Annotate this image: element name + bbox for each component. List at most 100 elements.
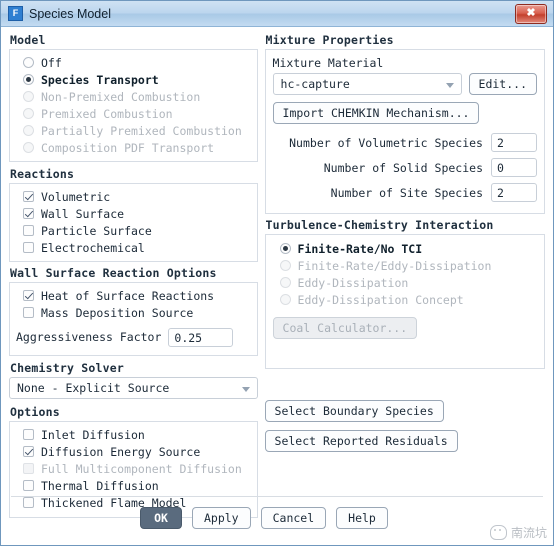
mixture-material-label: Mixture Material bbox=[272, 56, 384, 70]
checkbox-icon[interactable] bbox=[23, 208, 34, 219]
checkbox-icon[interactable] bbox=[23, 480, 34, 491]
volumetric-species-input[interactable]: 2 bbox=[491, 133, 537, 152]
volumetric-species-row: Number of Volumetric Species 2 bbox=[273, 130, 537, 155]
options-option-label: Inlet Diffusion bbox=[41, 427, 145, 442]
wall-surface-options-group: Heat of Surface Reactions Mass Depositio… bbox=[9, 282, 258, 356]
watermark-text: 南流坑 bbox=[510, 526, 547, 540]
right-column: Mixture Properties Mixture Material hc-c… bbox=[264, 33, 545, 518]
chevron-down-icon[interactable] bbox=[445, 83, 454, 88]
select-reported-residuals-button[interactable]: Select Reported Residuals bbox=[264, 430, 458, 452]
footer-buttons: OK Apply Cancel Help bbox=[1, 497, 553, 529]
reactions-option-volumetric[interactable]: Volumetric bbox=[16, 188, 251, 205]
model-option-label: Species Transport bbox=[41, 72, 159, 87]
wall-option-label: Heat of Surface Reactions bbox=[41, 288, 215, 303]
model-option-off[interactable]: Off bbox=[16, 54, 251, 71]
model-option-non-premixed-combustion: Non-Premixed Combustion bbox=[16, 88, 251, 105]
aggressiveness-factor-input[interactable]: 0.25 bbox=[168, 327, 234, 347]
solid-species-label: Number of Solid Species bbox=[323, 160, 483, 175]
radio-icon bbox=[279, 294, 291, 305]
mixture-material-select[interactable]: hc-capture bbox=[272, 73, 462, 95]
radio-icon[interactable] bbox=[23, 74, 34, 85]
checkbox-icon[interactable] bbox=[23, 446, 34, 457]
chemistry-solver-title: Chemistry Solver bbox=[10, 361, 124, 375]
model-option-partially-premixed-combustion: Partially Premixed Combustion bbox=[16, 122, 251, 139]
model-option-label: Partially Premixed Combustion bbox=[41, 123, 242, 138]
checkbox-icon[interactable] bbox=[23, 290, 34, 301]
checkbox-icon[interactable] bbox=[23, 191, 34, 202]
solid-species-row: Number of Solid Species 0 bbox=[273, 155, 537, 180]
tci-option-finite-rate-no-tci[interactable]: Finite-Rate/No TCI bbox=[273, 240, 537, 257]
left-column: Model Off Species Transport Non-Premixed… bbox=[9, 33, 258, 518]
close-icon[interactable]: ✖ bbox=[515, 3, 547, 24]
options-option-label: Thermal Diffusion bbox=[41, 478, 159, 493]
tci-option-finite-rate-eddy-dissipation: Finite-Rate/Eddy-Dissipation bbox=[273, 257, 537, 274]
options-option-label: Full Multicomponent Diffusion bbox=[41, 461, 242, 476]
select-boundary-species-button[interactable]: Select Boundary Species bbox=[264, 400, 444, 422]
model-group-title: Model bbox=[10, 33, 46, 47]
options-option-diffusion-energy-source[interactable]: Diffusion Energy Source bbox=[16, 443, 251, 460]
site-species-row: Number of Site Species 2 bbox=[273, 180, 537, 205]
options-option-inlet-diffusion[interactable]: Inlet Diffusion bbox=[16, 426, 251, 443]
chevron-down-icon[interactable] bbox=[241, 387, 250, 392]
options-group-title: Options bbox=[10, 405, 60, 419]
columns: Model Off Species Transport Non-Premixed… bbox=[1, 27, 553, 518]
checkbox-icon[interactable] bbox=[23, 242, 34, 253]
tci-group: Finite-Rate/No TCI Finite-Rate/Eddy-Diss… bbox=[264, 234, 545, 369]
aggressiveness-factor-label: Aggressiveness Factor bbox=[16, 330, 162, 344]
select-boundary-species-row: Select Boundary Species bbox=[264, 400, 545, 422]
solid-species-input[interactable]: 0 bbox=[491, 158, 537, 177]
checkbox-icon[interactable] bbox=[23, 429, 34, 440]
import-chemkin-row: Import CHEMKIN Mechanism... bbox=[272, 102, 537, 124]
reactions-option-wall-surface[interactable]: Wall Surface bbox=[16, 205, 251, 222]
checkbox-icon[interactable] bbox=[23, 225, 34, 236]
radio-icon[interactable] bbox=[279, 243, 291, 254]
help-button[interactable]: Help bbox=[336, 507, 388, 529]
site-species-label: Number of Site Species bbox=[330, 185, 483, 200]
mixture-properties-title: Mixture Properties bbox=[265, 33, 394, 47]
apply-button[interactable]: Apply bbox=[191, 507, 251, 529]
options-option-label: Diffusion Energy Source bbox=[41, 444, 201, 459]
checkbox-icon[interactable] bbox=[23, 307, 34, 318]
model-option-composition-pdf-transport: Composition PDF Transport bbox=[16, 139, 251, 156]
model-option-species-transport[interactable]: Species Transport bbox=[16, 71, 251, 88]
ok-button[interactable]: OK bbox=[140, 507, 182, 529]
reactions-option-label: Wall Surface bbox=[41, 206, 125, 221]
coal-calculator-row: Coal Calculator... bbox=[272, 317, 537, 339]
reactions-group: Volumetric Wall Surface Particle Surface… bbox=[9, 183, 258, 262]
model-option-label: Premixed Combustion bbox=[41, 106, 173, 121]
mixture-material-row: hc-capture Edit... bbox=[272, 73, 537, 95]
tci-option-label: Eddy-Dissipation Concept bbox=[297, 292, 464, 307]
options-option-full-multicomponent-diffusion: Full Multicomponent Diffusion bbox=[16, 460, 251, 477]
model-option-premixed-combustion: Premixed Combustion bbox=[16, 105, 251, 122]
reactions-option-electrochemical[interactable]: Electrochemical bbox=[16, 239, 251, 256]
wall-option-mass-deposition-source[interactable]: Mass Deposition Source bbox=[16, 304, 251, 321]
radio-icon bbox=[23, 142, 34, 153]
select-reported-residuals-row: Select Reported Residuals bbox=[264, 430, 545, 452]
title-bar: F Species Model ✖ bbox=[1, 1, 553, 27]
chemistry-solver-value: None - Explicit Source bbox=[17, 381, 170, 395]
tci-option-label: Finite-Rate/No TCI bbox=[297, 241, 423, 256]
wall-surface-options-title: Wall Surface Reaction Options bbox=[10, 266, 217, 280]
options-option-thermal-diffusion[interactable]: Thermal Diffusion bbox=[16, 477, 251, 494]
checkbox-icon bbox=[23, 463, 34, 474]
radio-icon[interactable] bbox=[23, 57, 34, 68]
wechat-icon bbox=[489, 525, 507, 540]
species-model-dialog: F Species Model ✖ Model Off Species Tran… bbox=[0, 0, 554, 546]
mixture-properties-group: Mixture Material hc-capture Edit... Impo… bbox=[264, 49, 545, 214]
tci-option-eddy-dissipation: Eddy-Dissipation bbox=[273, 274, 537, 291]
fluent-icon: F bbox=[8, 6, 23, 21]
wall-option-heat-of-surface-reactions[interactable]: Heat of Surface Reactions bbox=[16, 287, 251, 304]
wall-option-label: Mass Deposition Source bbox=[41, 305, 194, 320]
model-option-label: Off bbox=[41, 55, 62, 70]
chemistry-solver-select[interactable]: None - Explicit Source bbox=[9, 377, 258, 399]
reactions-option-label: Volumetric bbox=[41, 189, 111, 204]
site-species-input[interactable]: 2 bbox=[491, 183, 537, 202]
reactions-group-title: Reactions bbox=[10, 167, 75, 181]
tci-option-eddy-dissipation-concept: Eddy-Dissipation Concept bbox=[273, 291, 537, 308]
import-chemkin-mechanism-button[interactable]: Import CHEMKIN Mechanism... bbox=[272, 102, 480, 124]
tci-option-label: Finite-Rate/Eddy-Dissipation bbox=[297, 258, 492, 273]
cancel-button[interactable]: Cancel bbox=[260, 507, 327, 529]
edit-material-button[interactable]: Edit... bbox=[468, 73, 537, 95]
volumetric-species-label: Number of Volumetric Species bbox=[289, 135, 483, 150]
reactions-option-particle-surface[interactable]: Particle Surface bbox=[16, 222, 251, 239]
